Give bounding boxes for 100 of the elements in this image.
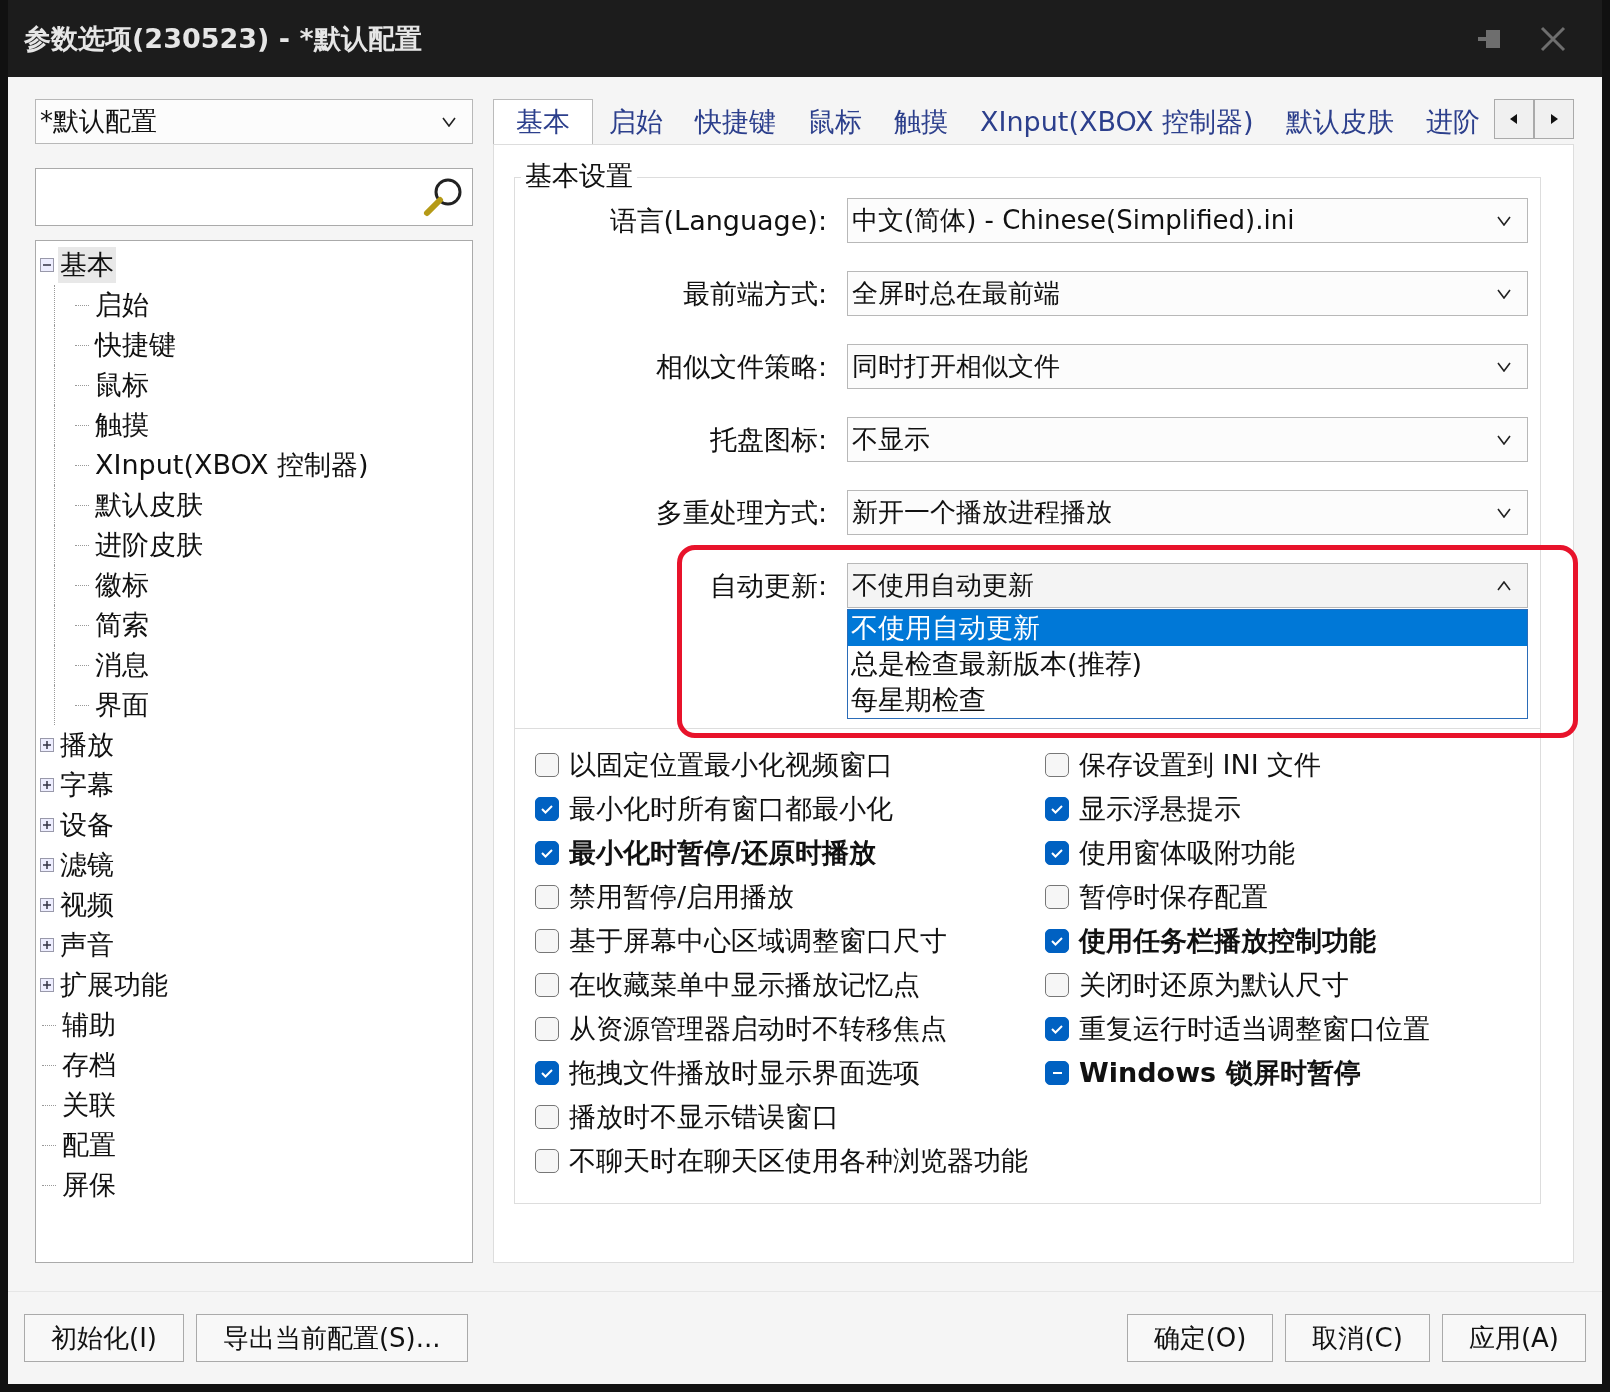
tree-item[interactable]: 视频 [58, 887, 116, 923]
checkbox[interactable] [535, 1061, 559, 1085]
field-label: 托盘图标: [708, 422, 828, 457]
dash-icon [1052, 1072, 1062, 1074]
tab[interactable]: 进阶 [1409, 104, 1494, 144]
checkbox[interactable] [1045, 973, 1069, 997]
search-field[interactable] [35, 168, 473, 226]
tree-item[interactable]: 滤镜 [58, 847, 116, 883]
tab[interactable]: 触摸 [878, 104, 964, 144]
field-label: 自动更新: [708, 568, 828, 603]
checkbox-label: 播放时不显示错误窗口 [569, 1100, 839, 1134]
tree-item[interactable]: 界面 [93, 687, 151, 723]
checkbox-label: 最小化时所有窗口都最小化 [569, 792, 893, 826]
checkbox[interactable] [1045, 1017, 1069, 1041]
checkbox[interactable] [535, 1017, 559, 1041]
checkbox-label: 使用任务栏播放控制功能 [1079, 924, 1376, 958]
checkbox-label: 以固定位置最小化视频窗口 [569, 748, 893, 782]
plus-box-icon[interactable] [40, 978, 54, 992]
dropdown[interactable]: 不显示 [847, 417, 1528, 462]
dropdown[interactable]: 全屏时总在最前端 [847, 271, 1528, 316]
tab[interactable]: 鼠标 [792, 104, 878, 144]
plus-box-icon[interactable] [40, 898, 54, 912]
tree-item[interactable]: 快捷键 [93, 327, 178, 363]
checkbox[interactable] [1045, 1061, 1069, 1085]
checkbox[interactable] [1045, 841, 1069, 865]
field-label: 多重处理方式: [654, 495, 828, 530]
tree-item[interactable]: 徽标 [93, 567, 151, 603]
checkbox[interactable] [1045, 797, 1069, 821]
checkbox-label: 显示浮悬提示 [1079, 792, 1241, 826]
dropdown-option[interactable]: 不使用自动更新 [848, 610, 1527, 646]
checkbox-label: 基于屏幕中心区域调整窗口尺寸 [569, 924, 947, 958]
tab[interactable]: 默认皮肤 [1269, 104, 1410, 144]
tree-item[interactable]: 辅助 [60, 1007, 118, 1043]
plus-box-icon[interactable] [40, 938, 54, 952]
checkbox[interactable] [535, 973, 559, 997]
tree-item[interactable]: 基本 [58, 247, 116, 283]
dialog-button[interactable]: 初始化(I) [24, 1314, 184, 1362]
plus-box-icon[interactable] [40, 858, 54, 872]
tree-item[interactable]: 扩展功能 [58, 967, 170, 1003]
plus-box-icon[interactable] [40, 818, 54, 832]
tree-item[interactable]: 字幕 [58, 767, 116, 803]
minus-box-icon[interactable] [40, 258, 54, 272]
profile-dropdown[interactable]: *默认配置 [35, 99, 473, 144]
checkbox[interactable] [535, 753, 559, 777]
field-label: 语言(Language): [608, 203, 828, 238]
tree-item[interactable]: 屏保 [60, 1167, 118, 1203]
tree-item[interactable]: 默认皮肤 [93, 487, 205, 523]
dropdown[interactable]: 不使用自动更新 [847, 563, 1528, 608]
checkbox[interactable] [535, 1149, 559, 1173]
checkbox[interactable] [535, 797, 559, 821]
dropdown[interactable]: 同时打开相似文件 [847, 344, 1528, 389]
tree-item[interactable]: XInput(XBOX 控制器) [93, 447, 371, 483]
tree-item[interactable]: 配置 [60, 1127, 118, 1163]
checkbox-label: 保存设置到 INI 文件 [1079, 748, 1322, 782]
tree-item[interactable]: 触摸 [93, 407, 151, 443]
tab[interactable]: XInput(XBOX 控制器) [964, 104, 1270, 144]
checkbox-label: 在收藏菜单中显示播放记忆点 [569, 968, 920, 1002]
checkbox-label: 不聊天时在聊天区使用各种浏览器功能 [569, 1144, 1028, 1178]
checkbox-label: 暂停时保存配置 [1079, 880, 1268, 914]
tree-item[interactable]: 关联 [60, 1087, 118, 1123]
checkbox[interactable] [535, 885, 559, 909]
tree-item[interactable]: 播放 [58, 727, 116, 763]
tree-item[interactable]: 简索 [93, 607, 151, 643]
close-icon[interactable] [1540, 25, 1566, 52]
triangle-right-icon [1550, 114, 1558, 124]
window-title: 参数选项(230523) - *默认配置 [24, 21, 422, 56]
scroll-left-button[interactable] [1494, 99, 1534, 139]
dialog-button[interactable]: 导出当前配置(S)... [195, 1314, 468, 1362]
dropdown[interactable]: 中文(简体) - Chinese(Simplified).ini [847, 198, 1528, 243]
checkbox-label: 使用窗体吸附功能 [1079, 836, 1295, 870]
tab[interactable]: 基本 [493, 99, 593, 144]
plus-box-icon[interactable] [40, 738, 54, 752]
checkbox[interactable] [1045, 885, 1069, 909]
tab[interactable]: 启始 [593, 104, 679, 144]
tree-item[interactable]: 消息 [93, 647, 151, 683]
dropdown[interactable]: 新开一个播放进程播放 [847, 490, 1528, 535]
dialog-button[interactable]: 应用(A) [1441, 1314, 1586, 1362]
plus-box-icon[interactable] [40, 778, 54, 792]
chevron-down-icon [1497, 361, 1511, 372]
dropdown-option[interactable]: 总是检查最新版本(推荐) [848, 646, 1527, 682]
tree-item[interactable]: 设备 [58, 807, 116, 843]
checkbox[interactable] [535, 841, 559, 865]
tree-item[interactable]: 进阶皮肤 [93, 527, 205, 563]
checkbox[interactable] [535, 929, 559, 953]
tree-item[interactable]: 声音 [58, 927, 116, 963]
tab[interactable]: 快捷键 [679, 104, 792, 144]
scroll-right-button[interactable] [1534, 99, 1574, 139]
tree-item[interactable]: 启始 [93, 287, 151, 323]
checkbox[interactable] [1045, 929, 1069, 953]
dialog-button[interactable]: 取消(C) [1285, 1314, 1430, 1362]
chevron-down-icon [442, 116, 456, 127]
checkbox-label: 最小化时暂停/还原时播放 [569, 836, 876, 870]
checkbox[interactable] [535, 1105, 559, 1129]
dialog-button[interactable]: 确定(O) [1126, 1314, 1274, 1362]
checkbox[interactable] [1045, 753, 1069, 777]
tree-item[interactable]: 鼠标 [93, 367, 151, 403]
chevron-down-icon [1497, 288, 1511, 299]
dropdown-option[interactable]: 每星期检查 [848, 682, 1527, 718]
tree-item[interactable]: 存档 [60, 1047, 118, 1083]
field-label: 相似文件策略: [654, 349, 828, 384]
